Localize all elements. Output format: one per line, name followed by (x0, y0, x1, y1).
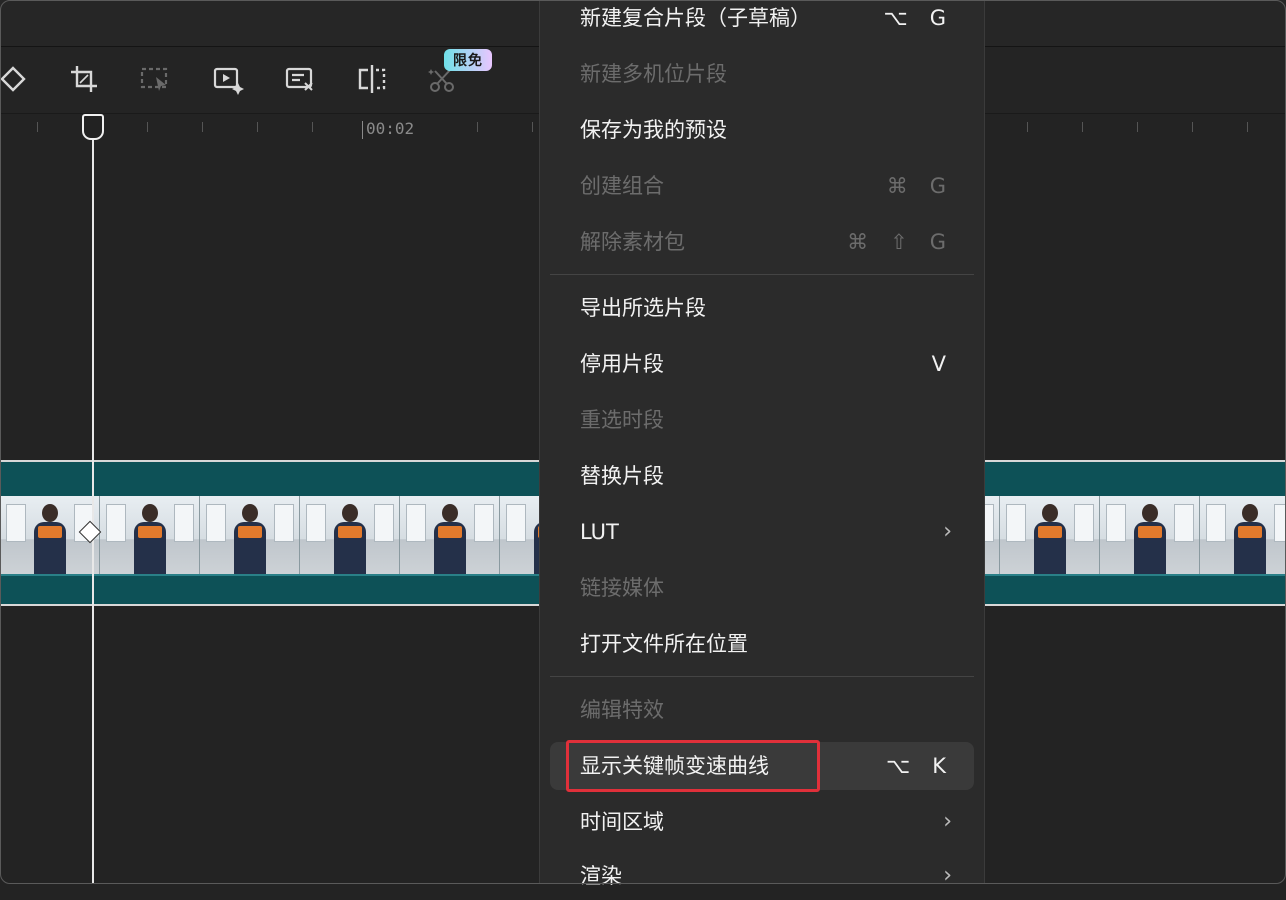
clip-thumbnail (100, 496, 200, 574)
caption-edit-icon[interactable] (283, 62, 317, 96)
free-badge: 限免 (444, 49, 492, 71)
clip-thumbnail (200, 496, 300, 574)
crop-icon[interactable] (67, 62, 101, 96)
menu-item-export-selected[interactable]: 导出所选片段 (550, 284, 974, 332)
clip-thumbnail (1100, 496, 1200, 574)
menu-item-new-multicam-clip[interactable]: 新建多机位片段 (550, 50, 974, 98)
highlight-annotation-box (566, 740, 820, 792)
menu-item-reselect-range[interactable]: 重选时段 (550, 396, 974, 444)
menu-item-time-region[interactable]: 时间区域 › (550, 798, 974, 846)
menu-item-lut[interactable]: LUT › (550, 508, 974, 556)
rotate-icon[interactable] (0, 62, 30, 96)
menu-item-open-file-location[interactable]: 打开文件所在位置 (550, 620, 974, 668)
menu-item-new-compound-clip[interactable]: 新建复合片段（子草稿） ⌥ G (550, 0, 974, 42)
chevron-right-icon: › (943, 519, 952, 544)
menu-separator (550, 274, 974, 275)
menu-item-disable-clip[interactable]: 停用片段 V (550, 340, 974, 388)
menu-item-link-media[interactable]: 链接媒体 (550, 564, 974, 612)
ruler-timecode: 00:02 (361, 119, 415, 139)
playhead-handle[interactable] (82, 114, 104, 140)
menu-item-save-as-preset[interactable]: 保存为我的预设 (550, 106, 974, 154)
menu-item-create-group[interactable]: 创建组合 ⌘ G (550, 162, 974, 210)
clip-thumbnail (400, 496, 500, 574)
smart-video-icon[interactable] (211, 62, 245, 96)
menu-item-edit-effects[interactable]: 编辑特效 (550, 686, 974, 734)
menu-item-unpack-material[interactable]: 解除素材包 ⌘ ⇧ G (550, 218, 974, 266)
menu-item-render[interactable]: 渲染 › (550, 852, 974, 900)
split-mirror-icon[interactable] (355, 62, 389, 96)
menu-item-replace-clip[interactable]: 替换片段 (550, 452, 974, 500)
clip-thumbnail (1000, 496, 1100, 574)
clip-thumbnail (1200, 496, 1286, 574)
menu-separator (550, 676, 974, 677)
chevron-right-icon: › (943, 863, 952, 888)
select-area-icon[interactable] (138, 62, 172, 96)
clip-thumbnail (300, 496, 400, 574)
chevron-right-icon: › (943, 809, 952, 834)
playhead-line[interactable] (92, 130, 94, 884)
